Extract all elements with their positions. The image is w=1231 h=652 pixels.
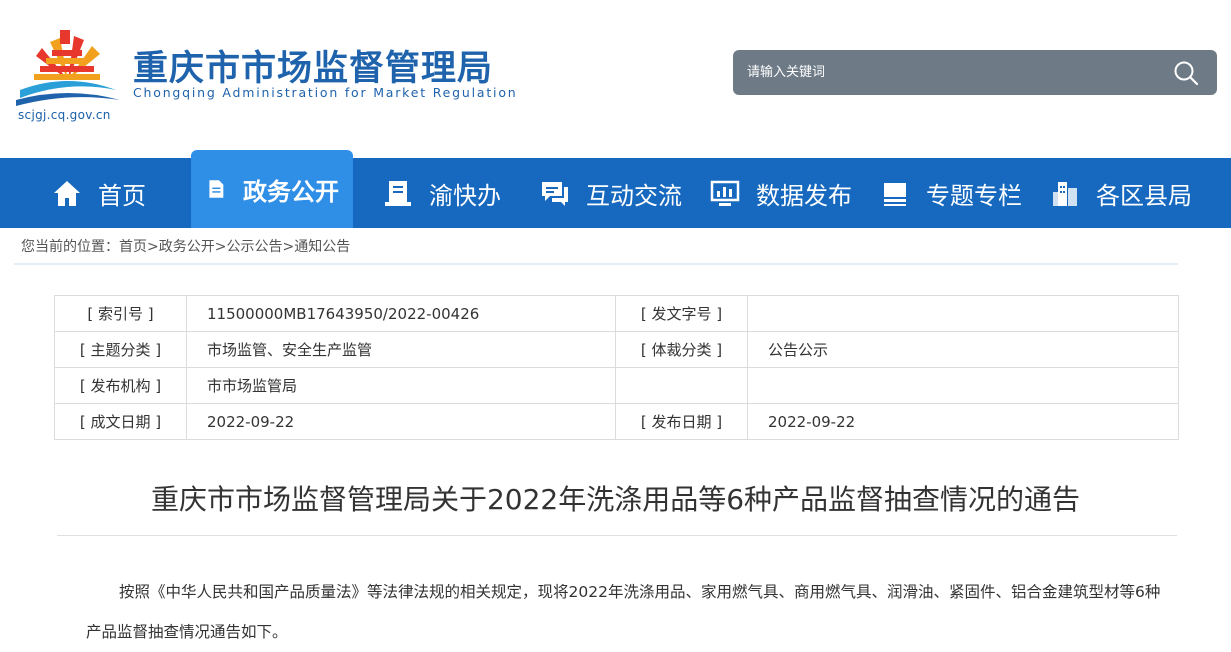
document-icon: [209, 180, 224, 198]
nav-district-bureaus-label: 各区县局: [1096, 181, 1192, 210]
document-metadata-table: [ 索引号 ] 11500000MB17643950/2022-00426 [ …: [54, 295, 1179, 440]
nav-interaction[interactable]: 互动交流: [540, 158, 682, 228]
breadcrumb-divider: [14, 263, 1178, 265]
nav-yukuaiban-label: 渝快办: [429, 181, 501, 210]
breadcrumb[interactable]: 您当前的位置：首页>政务公开>公示公告>通知公告: [21, 236, 350, 256]
nav-special-column-label: 专题专栏: [926, 181, 1022, 210]
site-name-english: Chongqing Administration for Market Regu…: [133, 85, 518, 100]
creation-date-value: 2022-09-22: [186, 403, 616, 440]
service-icon: [385, 181, 411, 206]
publishing-org-label: [ 发布机构 ]: [54, 367, 187, 404]
site-header: scjgj.cq.gov.cn 重庆市市场监督管理局 Chongqing Adm…: [0, 0, 1231, 158]
genre-category-label: [ 体裁分类 ]: [615, 331, 748, 368]
nav-interaction-label: 互动交流: [586, 181, 682, 210]
document-number-label: [ 发文字号 ]: [615, 295, 748, 332]
site-name-chinese[interactable]: 重庆市市场监督管理局: [133, 40, 493, 91]
nav-data-release[interactable]: 数据发布: [710, 158, 852, 228]
empty-cell: [747, 367, 1179, 404]
nav-special-column[interactable]: 专题专栏: [880, 158, 1022, 228]
chat-icon: [542, 182, 568, 206]
building-icon: [1053, 182, 1077, 206]
creation-date-label: [ 成文日期 ]: [54, 403, 187, 440]
table-row: [ 成文日期 ] 2022-09-22 [ 发布日期 ] 2022-09-22: [54, 403, 1179, 440]
empty-cell: [615, 367, 748, 404]
chart-monitor-icon: [710, 180, 740, 206]
title-divider: [57, 535, 1177, 536]
article-title: 重庆市市场监督管理局关于2022年洗涤用品等6种产品监督抽查情况的通告: [150, 483, 1081, 516]
index-number-label: [ 索引号 ]: [54, 295, 187, 332]
site-url: scjgj.cq.gov.cn: [18, 108, 111, 122]
nav-home-label: 首页: [98, 181, 146, 210]
nav-data-release-label: 数据发布: [756, 181, 852, 210]
topic-category-value: 市场监管、安全生产监管: [186, 331, 616, 368]
column-icon: [884, 183, 906, 206]
search-icon[interactable]: [1173, 60, 1199, 86]
nav-yukuaiban[interactable]: 渝快办: [383, 158, 501, 228]
nav-district-bureaus[interactable]: 各区县局: [1050, 158, 1192, 228]
table-row: [ 发布机构 ] 市市场监管局: [54, 367, 1179, 404]
home-icon: [54, 181, 80, 206]
document-number-value: [747, 295, 1179, 332]
nav-home[interactable]: 首页: [52, 158, 146, 228]
publish-date-value: 2022-09-22: [747, 403, 1179, 440]
site-logo[interactable]: [16, 28, 121, 108]
publish-date-label: [ 发布日期 ]: [615, 403, 748, 440]
genre-category-value: 公告公示: [747, 331, 1179, 368]
topic-category-label: [ 主题分类 ]: [54, 331, 187, 368]
nav-government-affairs-label: 政务公开: [243, 177, 339, 206]
search-box: [733, 50, 1217, 95]
article-paragraph: 按照《中华人民共和国产品质量法》等法律法规的相关规定，现将2022年洗涤用品、家…: [86, 583, 1161, 641]
table-row: [ 主题分类 ] 市场监管、安全生产监管 [ 体裁分类 ] 公告公示: [54, 331, 1179, 368]
search-input[interactable]: [733, 50, 1167, 95]
index-number-value: 11500000MB17643950/2022-00426: [186, 295, 616, 332]
nav-government-affairs[interactable]: 政务公开: [191, 150, 353, 228]
table-row: [ 索引号 ] 11500000MB17643950/2022-00426 [ …: [54, 295, 1179, 332]
publishing-org-value: 市市场监管局: [186, 367, 616, 404]
main-nav: 首页 政务公开 渝快办 互动交流 数据发布 专题专栏 各区县局: [0, 150, 1231, 228]
